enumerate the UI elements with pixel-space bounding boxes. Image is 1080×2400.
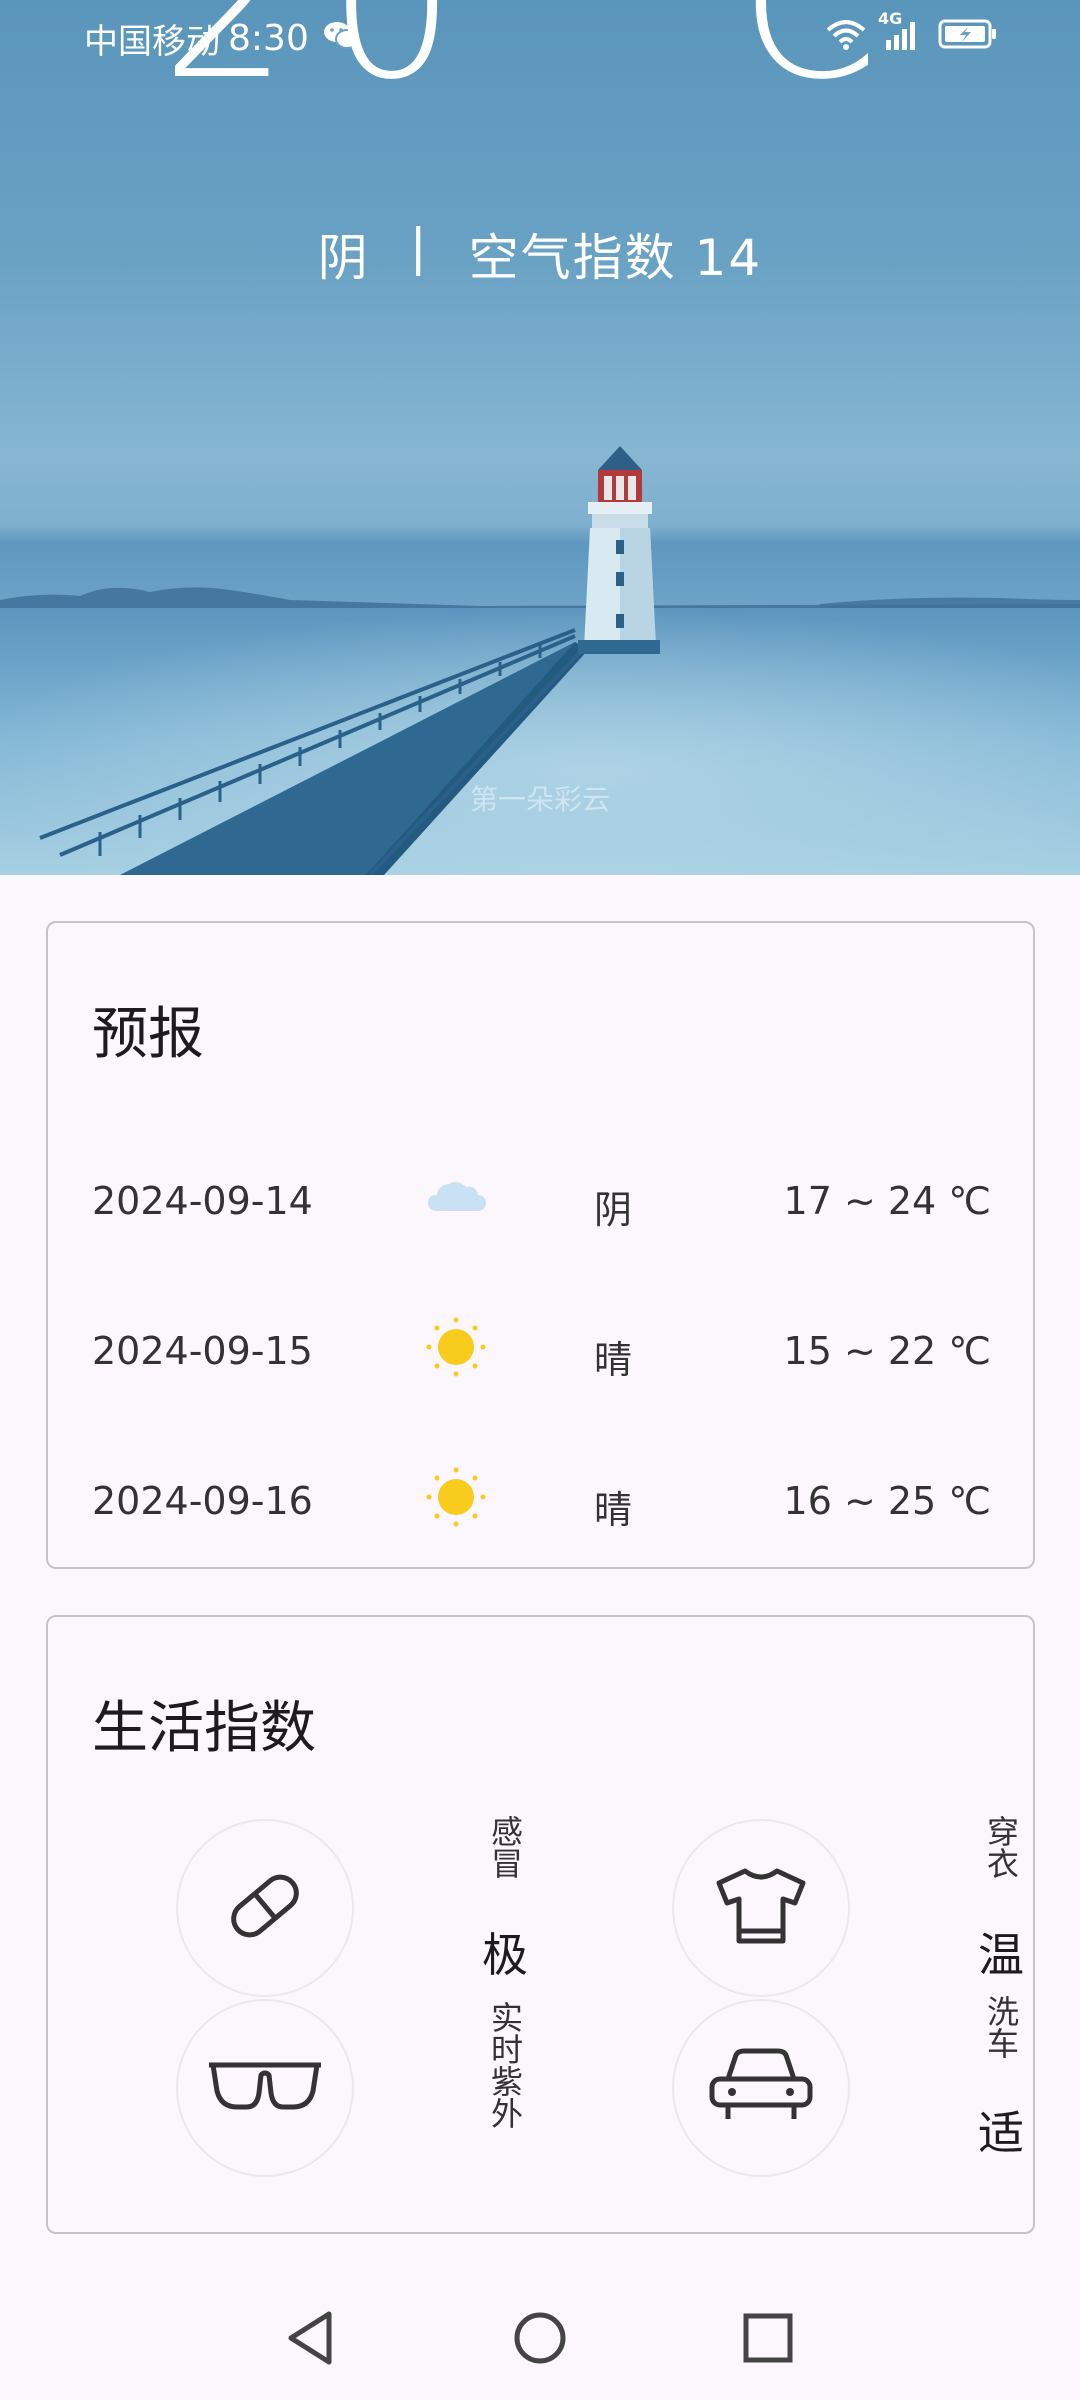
forecast-condition: 阴 [594,1188,633,1232]
uv-index-label: 实时紫外 [482,2001,524,2141]
forecast-date: 2024-09-14 [92,1179,313,1223]
sun-icon [424,1465,488,1529]
pill-icon [217,1858,313,1958]
forecast-card: 预报 2024-09-14 阴 17 ~ 24 ℃ 2024-09-15 晴 1… [46,921,1035,1569]
dressing-index-button[interactable] [672,1819,850,1997]
lighthouse-background-image [0,446,1080,875]
recents-icon [742,2312,794,2368]
car-wash-index-label: 洗车 [978,1995,1020,2071]
forecast-row[interactable]: 2024-09-15 晴 15 ~ 22 ℃ [48,1309,1033,1389]
forecast-date: 2024-09-15 [92,1329,313,1373]
home-button[interactable] [510,2310,570,2370]
cold-index-value: 极 [482,1928,528,1982]
current-condition: 阴 [317,229,370,287]
cold-label-text: 感冒 [486,1815,524,1879]
separator: | [409,218,429,276]
life-index-title: 生活指数 [92,1696,316,1761]
image-watermark: 第一朵彩云 [469,783,610,816]
cold-index-label: 感冒 [482,1815,524,1891]
forecast-temp-range: 17 ~ 24 ℃ [783,1179,991,1223]
forecast-condition: 晴 [594,1488,633,1532]
dressing-index-label: 穿衣 [978,1815,1020,1891]
forecast-title: 预报 [92,1002,204,1067]
car-wash-label-text: 洗车 [982,1995,1020,2059]
home-icon [512,2310,568,2370]
cold-index-button[interactable] [176,1819,354,1997]
system-navigation-bar [0,2280,1080,2400]
current-condition-line: 阴 | 空气指数 14 [0,218,1080,290]
tshirt-icon [711,1861,811,1955]
recents-button[interactable] [738,2310,798,2370]
back-button[interactable] [280,2310,340,2370]
air-quality-index: 空气指数 14 [468,229,763,287]
sun-icon [424,1315,488,1379]
uv-index-button[interactable] [176,1999,354,2177]
back-icon [285,2310,335,2370]
sunglasses-icon [203,2051,327,2125]
forecast-temp-range: 15 ~ 22 ℃ [783,1329,991,1373]
life-index-card: 生活指数 感冒 极 穿衣 温 实时紫外 洗车 适 [46,1615,1035,2234]
uv-label-text: 实时紫外 [486,2001,524,2129]
forecast-temp-range: 16 ~ 25 ℃ [783,1479,991,1523]
car-icon [706,2043,816,2133]
car-wash-index-value: 适 [978,2106,1024,2160]
car-wash-index-button[interactable] [672,1999,850,2177]
current-temperature: 20 °C [161,0,919,124]
weather-hero: 中国移动 8:30 4G 20 °C 阴 | 空气指数 14 第一朵彩云 [0,0,1080,875]
dressing-index-value: 温 [978,1928,1024,1982]
forecast-row[interactable]: 2024-09-16 晴 16 ~ 25 ℃ [48,1459,1033,1539]
forecast-condition: 晴 [594,1338,633,1382]
dressing-label-text: 穿衣 [982,1815,1020,1879]
forecast-row[interactable]: 2024-09-14 阴 17 ~ 24 ℃ [48,1159,1033,1239]
cloud-icon [424,1165,488,1229]
forecast-date: 2024-09-16 [92,1479,313,1523]
